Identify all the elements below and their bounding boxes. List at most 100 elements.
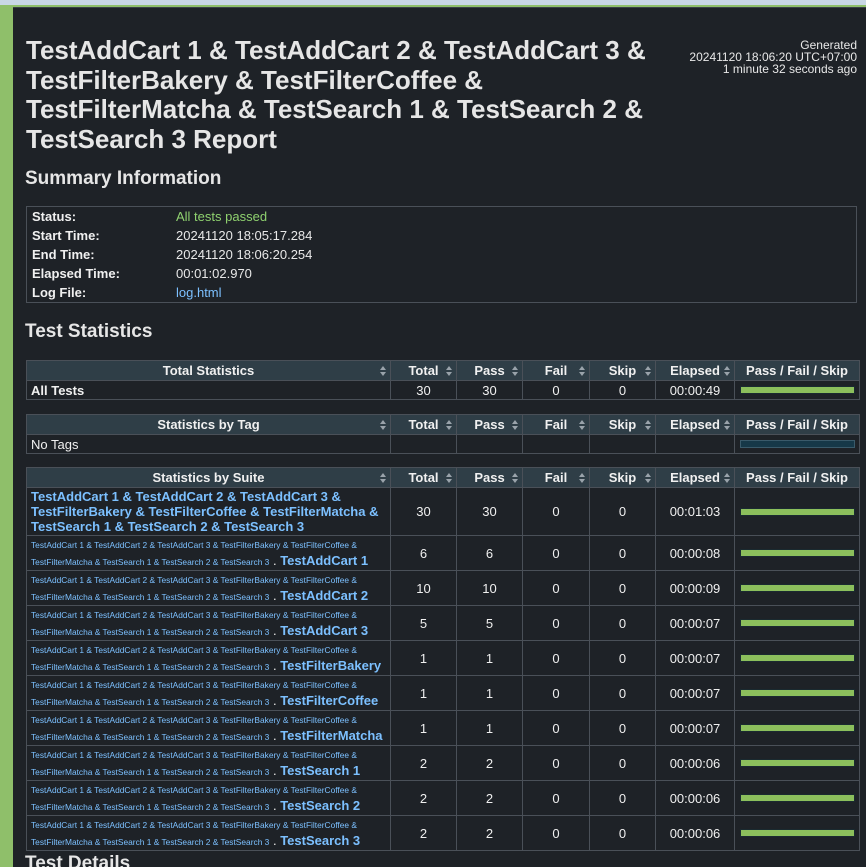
no-tags-cell: No Tags — [26, 434, 391, 454]
tag-statistics-table: Statistics by Tag Total Pass Fail Skip E… — [26, 414, 860, 454]
sort-icon — [579, 473, 585, 483]
all-tests-link[interactable]: All Tests — [26, 380, 391, 400]
summary-row-elapsed: Elapsed Time: 00:01:02.970 — [27, 264, 857, 283]
tag-statistics-header-row: Statistics by Tag Total Pass Fail Skip E… — [26, 414, 860, 435]
suite-link[interactable]: TestAddCart 1 & TestAddCart 2 & TestAddC… — [31, 711, 383, 743]
col-pass[interactable]: Pass — [456, 467, 523, 488]
summary-row-end: End Time: 20241120 18:06:20.254 — [27, 245, 857, 264]
col-pass[interactable]: Pass — [456, 414, 523, 435]
total-cell: 6 — [390, 535, 457, 571]
table-row: TestAddCart 1 & TestAddCart 2 & TestAddC… — [26, 535, 860, 571]
pass-fail-skip-cell — [734, 745, 860, 781]
suite-name-cell: TestAddCart 1 & TestAddCart 2 & TestAddC… — [26, 535, 391, 571]
suite-statistics-table: Statistics by Suite Total Pass Fail Skip… — [26, 467, 860, 851]
fail-cell: 0 — [522, 570, 590, 606]
sort-icon — [446, 473, 452, 483]
sort-icon — [512, 473, 518, 483]
pass-bar — [739, 759, 855, 767]
pass-cell: 1 — [456, 710, 523, 746]
pass-fail-skip-cell — [734, 570, 860, 606]
sort-icon — [724, 420, 730, 430]
pass-cell: 10 — [456, 570, 523, 606]
sort-icon — [512, 420, 518, 430]
fail-cell: 0 — [522, 675, 590, 711]
pass-cell: 1 — [456, 675, 523, 711]
details-heading: Test Details — [25, 853, 131, 867]
col-total[interactable]: Total — [390, 414, 457, 435]
table-row: TestAddCart 1 & TestAddCart 2 & TestAddC… — [26, 487, 860, 536]
fail-cell: 0 — [522, 780, 590, 816]
suite-link[interactable]: TestAddCart 1 & TestAddCart 2 & TestAddC… — [31, 536, 368, 568]
col-fail[interactable]: Fail — [522, 360, 590, 381]
table-row: No Tags — [26, 434, 860, 454]
suite-name-cell: TestAddCart 1 & TestAddCart 2 & TestAddC… — [26, 487, 391, 536]
summary-row-start: Start Time: 20241120 18:05:17.284 — [27, 226, 857, 245]
col-skip[interactable]: Skip — [589, 414, 656, 435]
page-title: TestAddCart 1 & TestAddCart 2 & TestAddC… — [26, 35, 646, 154]
fail-cell: 0 — [522, 815, 590, 851]
sort-icon — [645, 420, 651, 430]
suite-name-cell: TestAddCart 1 & TestAddCart 2 & TestAddC… — [26, 640, 391, 676]
tag-statistics-header[interactable]: Statistics by Tag — [26, 414, 391, 435]
col-elapsed[interactable]: Elapsed — [655, 467, 735, 488]
col-bar: Pass / Fail / Skip — [734, 360, 860, 381]
skip-cell: 0 — [589, 640, 656, 676]
pass-cell: 1 — [456, 640, 523, 676]
pass-bar — [739, 724, 855, 732]
generated-info: Generated 20241120 18:06:20 UTC+07:00 1 … — [689, 39, 857, 75]
pass-fail-skip-cell — [734, 710, 860, 746]
suite-link[interactable]: TestAddCart 1 & TestAddCart 2 & TestAddC… — [31, 641, 381, 673]
elapsed-cell: 00:00:07 — [655, 710, 735, 746]
sort-icon — [579, 366, 585, 376]
suite-name-cell: TestAddCart 1 & TestAddCart 2 & TestAddC… — [26, 780, 391, 816]
suite-link[interactable]: TestAddCart 1 & TestAddCart 2 & TestAddC… — [31, 676, 378, 708]
suite-name-cell: TestAddCart 1 & TestAddCart 2 & TestAddC… — [26, 675, 391, 711]
suite-name-cell: TestAddCart 1 & TestAddCart 2 & TestAddC… — [26, 710, 391, 746]
pass-cell: 30 — [456, 380, 523, 400]
col-fail[interactable]: Fail — [522, 414, 590, 435]
suite-name: TestAddCart 2 — [280, 588, 369, 603]
suite-link[interactable]: TestAddCart 1 & TestAddCart 2 & TestAddC… — [31, 781, 360, 813]
suite-link[interactable]: TestAddCart 1 & TestAddCart 2 & TestAddC… — [31, 489, 378, 534]
total-cell: 5 — [390, 605, 457, 641]
pass-bar — [739, 794, 855, 802]
suite-name: TestSearch 3 — [280, 833, 361, 848]
skip-cell: 0 — [589, 675, 656, 711]
col-skip[interactable]: Skip — [589, 360, 656, 381]
suite-name: TestFilterBakery — [280, 658, 382, 673]
empty-bar — [739, 440, 855, 448]
pass-fail-skip-cell — [734, 380, 860, 400]
total-statistics-header[interactable]: Total Statistics — [26, 360, 391, 381]
total-statistics-header-row: Total Statistics Total Pass Fail Skip El… — [26, 360, 860, 381]
suite-name-cell: TestAddCart 1 & TestAddCart 2 & TestAddC… — [26, 745, 391, 781]
col-fail[interactable]: Fail — [522, 467, 590, 488]
pass-fail-skip-cell — [734, 605, 860, 641]
col-elapsed[interactable]: Elapsed — [655, 414, 735, 435]
suite-link[interactable]: TestAddCart 1 & TestAddCart 2 & TestAddC… — [31, 571, 368, 603]
generated-ago: 1 minute 32 seconds ago — [722, 62, 857, 76]
suite-link[interactable]: TestAddCart 1 & TestAddCart 2 & TestAddC… — [31, 606, 368, 638]
total-cell: 30 — [390, 380, 457, 400]
col-total[interactable]: Total — [390, 467, 457, 488]
table-row: TestAddCart 1 & TestAddCart 2 & TestAddC… — [26, 640, 860, 676]
suite-rows: TestAddCart 1 & TestAddCart 2 & TestAddC… — [26, 487, 860, 851]
sort-icon — [380, 473, 386, 483]
suite-statistics-header[interactable]: Statistics by Suite — [26, 467, 391, 488]
elapsed-cell: 00:00:06 — [655, 745, 735, 781]
pass-cell: 5 — [456, 605, 523, 641]
col-bar: Pass / Fail / Skip — [734, 467, 860, 488]
table-row: TestAddCart 1 & TestAddCart 2 & TestAddC… — [26, 815, 860, 851]
suite-link[interactable]: TestAddCart 1 & TestAddCart 2 & TestAddC… — [31, 746, 360, 778]
col-skip[interactable]: Skip — [589, 467, 656, 488]
suite-link[interactable]: TestAddCart 1 & TestAddCart 2 & TestAddC… — [31, 816, 360, 848]
skip-cell: 0 — [589, 605, 656, 641]
total-cell: 2 — [390, 745, 457, 781]
pass-fail-skip-cell — [734, 535, 860, 571]
col-elapsed[interactable]: Elapsed — [655, 360, 735, 381]
col-total[interactable]: Total — [390, 360, 457, 381]
summary-row-log: Log File: log.html — [27, 283, 857, 303]
log-file-link[interactable]: log.html — [171, 283, 857, 303]
pass-bar — [739, 386, 855, 394]
total-cell: 2 — [390, 780, 457, 816]
col-pass[interactable]: Pass — [456, 360, 523, 381]
